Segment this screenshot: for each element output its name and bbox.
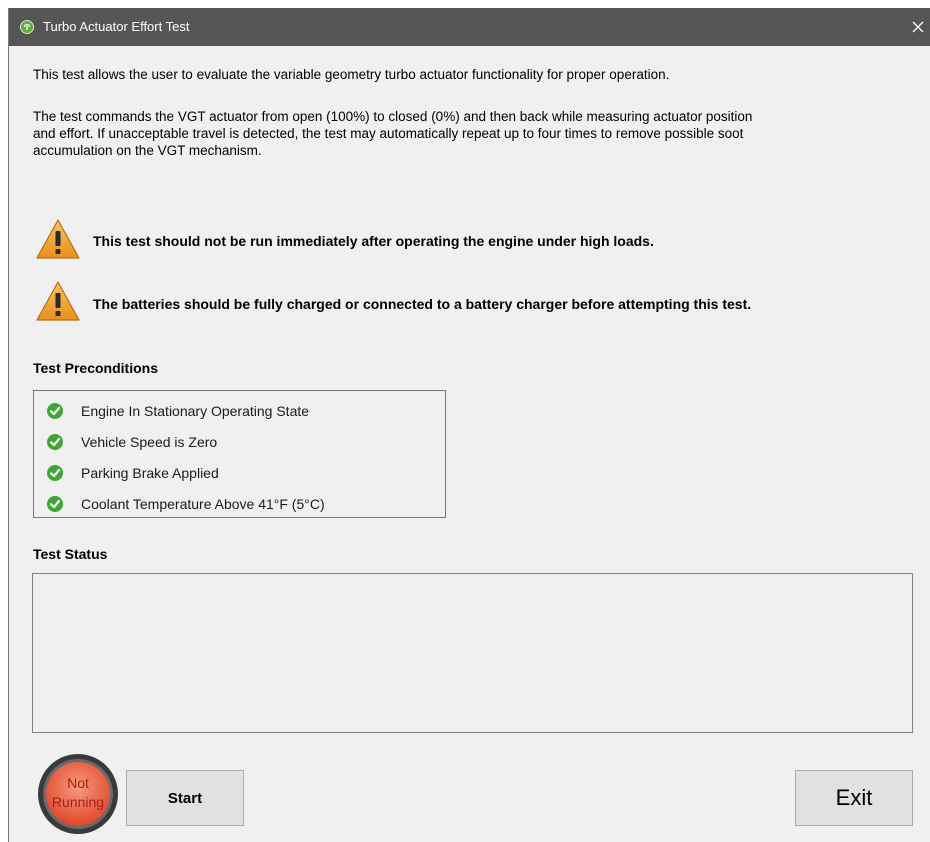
preconditions-list: Engine In Stationary Operating State Veh… <box>33 390 446 518</box>
list-item: Coolant Temperature Above 41°F (5°C) <box>46 494 325 514</box>
precondition-text: Coolant Temperature Above 41°F (5°C) <box>81 496 325 512</box>
indicator-line-2: Running <box>51 794 105 810</box>
precondition-text: Parking Brake Applied <box>81 465 219 481</box>
title-bar[interactable]: Turbo Actuator Effort Test <box>9 8 930 46</box>
precondition-text: Engine In Stationary Operating State <box>81 403 310 419</box>
check-circle-icon <box>47 496 63 512</box>
test-window: Turbo Actuator Effort Test This test all… <box>8 8 930 842</box>
description-line-2: The test commands the VGT actuator from … <box>33 109 753 124</box>
status-output[interactable] <box>32 573 913 733</box>
preconditions-label: Test Preconditions <box>33 360 158 376</box>
description-line-4: accumulation on the VGT mechanism. <box>33 143 262 158</box>
app-icon <box>20 20 34 34</box>
close-icon <box>912 21 924 33</box>
list-item: Engine In Stationary Operating State <box>46 401 309 421</box>
status-label: Test Status <box>33 546 108 562</box>
description-line-1: This test allows the user to evaluate th… <box>33 67 670 82</box>
warning-text-2: The batteries should be fully charged or… <box>93 296 752 312</box>
description-line-3: and effort. If unacceptable travel is de… <box>33 126 744 141</box>
window-title: Turbo Actuator Effort Test <box>43 19 190 34</box>
close-button[interactable] <box>905 8 930 46</box>
warning-triangle-icon <box>36 281 80 321</box>
status-indicator-text: Not Running <box>37 774 119 812</box>
check-circle-icon <box>47 434 63 450</box>
list-item: Vehicle Speed is Zero <box>46 432 217 452</box>
start-button[interactable]: Start <box>126 770 244 826</box>
precondition-text: Vehicle Speed is Zero <box>81 434 218 450</box>
warning-triangle-icon <box>36 219 80 259</box>
list-item: Parking Brake Applied <box>46 463 219 483</box>
check-circle-icon <box>47 465 63 481</box>
check-circle-icon <box>47 403 63 419</box>
indicator-line-1: Not <box>67 775 89 791</box>
warning-text-1: This test should not be run immediately … <box>93 233 654 249</box>
exit-button[interactable]: Exit <box>795 770 913 826</box>
